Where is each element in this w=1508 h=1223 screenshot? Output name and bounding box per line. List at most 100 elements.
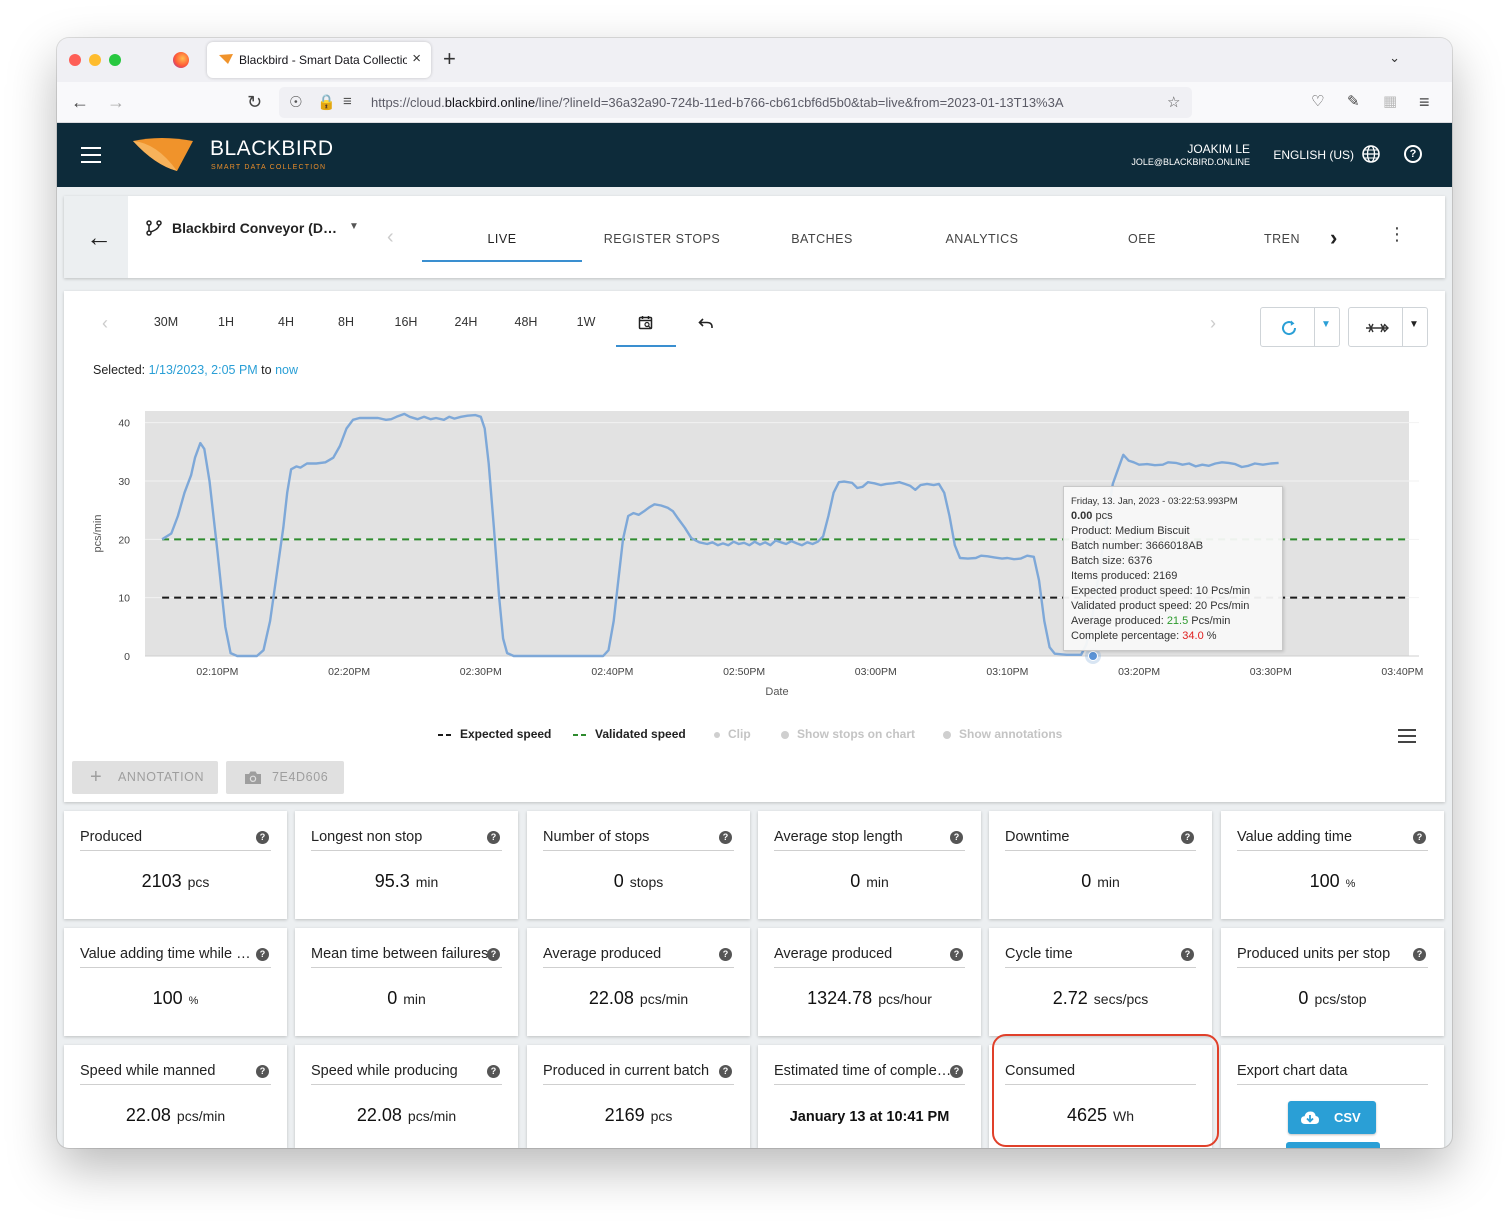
help-icon[interactable]: ? bbox=[719, 831, 732, 844]
help-icon[interactable]: ? bbox=[1413, 948, 1426, 961]
clip-dot-icon bbox=[714, 731, 720, 738]
help-icon[interactable]: ? bbox=[487, 948, 500, 961]
help-icon[interactable]: ? bbox=[256, 948, 269, 961]
permissions-icon[interactable]: ≡ bbox=[343, 93, 352, 110]
range-prev-chevron-icon[interactable]: ‹ bbox=[102, 313, 108, 334]
bookmark-star-icon[interactable]: ☆ bbox=[1167, 93, 1180, 111]
range-16h-button[interactable]: 16H bbox=[376, 315, 436, 329]
tab-oee[interactable]: OEE bbox=[1062, 232, 1222, 246]
range-30m-button[interactable]: 30M bbox=[136, 315, 196, 329]
chart-tool-dropdown-caret-icon[interactable]: ▼ bbox=[1409, 319, 1419, 330]
language-selector[interactable]: ENGLISH (US) bbox=[1273, 148, 1354, 162]
x-tick-label: 03:30PM bbox=[1250, 666, 1292, 678]
add-annotation-label: ANNOTATION bbox=[118, 770, 205, 784]
y-tick-label: 0 bbox=[124, 651, 130, 663]
reload-icon[interactable]: ↻ bbox=[247, 91, 262, 113]
range-24h-button[interactable]: 24H bbox=[436, 315, 496, 329]
selected-to-link[interactable]: now bbox=[275, 363, 298, 377]
tab-live[interactable]: LIVE bbox=[422, 232, 582, 246]
back-arrow-icon[interactable]: ← bbox=[71, 91, 89, 113]
chart-card: ‹ 30M 1H 4H 8H 16H 24H 48H 1W › ▼ ▼ Sele… bbox=[64, 291, 1445, 802]
range-1w-button[interactable]: 1W bbox=[556, 315, 616, 329]
selected-from-link[interactable]: 1/13/2023, 2:05 PM bbox=[149, 363, 258, 377]
chart-zoom-tool-icon[interactable] bbox=[1365, 320, 1389, 336]
legend-show-annotations[interactable]: Show annotations bbox=[943, 727, 1062, 741]
calendar-search-icon[interactable] bbox=[638, 315, 654, 331]
back-button[interactable]: ← bbox=[64, 196, 128, 278]
tabs-prev-chevron-icon[interactable]: ‹ bbox=[387, 226, 394, 249]
help-icon[interactable]: ? bbox=[1413, 831, 1426, 844]
user-name[interactable]: JOAKIM LE bbox=[1187, 142, 1250, 156]
legend-expected-speed[interactable]: Expected speed bbox=[438, 727, 551, 741]
shield-icon[interactable]: ☉ bbox=[289, 93, 302, 111]
help-icon[interactable]: ? bbox=[256, 831, 269, 844]
lock-icon[interactable]: 🔒 bbox=[317, 93, 336, 111]
kpi-title: Mean time between failures bbox=[311, 946, 489, 962]
maximize-window-button[interactable] bbox=[109, 54, 121, 66]
x-tick-label: 03:10PM bbox=[986, 666, 1028, 678]
user-email[interactable]: JOLE@BLACKBIRD.ONLINE bbox=[1131, 157, 1250, 167]
help-icon[interactable]: ? bbox=[1181, 831, 1194, 844]
hover-point-marker[interactable] bbox=[1088, 651, 1098, 661]
help-icon[interactable]: ? bbox=[1404, 145, 1422, 163]
tab-analytics[interactable]: ANALYTICS bbox=[902, 232, 1062, 246]
refresh-dropdown-caret-icon[interactable]: ▼ bbox=[1321, 319, 1331, 330]
kpi-number-of-stops: Number of stops ? 0 stops bbox=[527, 811, 750, 919]
kpi-unit: % bbox=[1345, 878, 1356, 890]
chart-menu-icon[interactable] bbox=[1398, 729, 1416, 743]
range-48h-button[interactable]: 48H bbox=[496, 315, 556, 329]
extension-icon[interactable]: ✎ bbox=[1347, 91, 1360, 113]
minimize-window-button[interactable] bbox=[89, 54, 101, 66]
range-1h-button[interactable]: 1H bbox=[196, 315, 256, 329]
browser-tab-blackbird[interactable]: Blackbird - Smart Data Collection × bbox=[207, 42, 431, 78]
kpi-value: 0 bbox=[850, 871, 861, 891]
close-tab-icon[interactable]: × bbox=[412, 50, 421, 67]
kpi-unit: min bbox=[415, 874, 439, 890]
help-icon[interactable]: ? bbox=[256, 1065, 269, 1078]
legend-validated-speed[interactable]: Validated speed bbox=[573, 727, 686, 741]
help-icon[interactable]: ? bbox=[1181, 948, 1194, 961]
help-icon[interactable]: ? bbox=[950, 1065, 963, 1078]
address-bar[interactable]: ☉ 🔒 ≡ https://cloud.blackbird.online/lin… bbox=[279, 87, 1192, 118]
legend-clip[interactable]: Clip bbox=[714, 727, 751, 741]
more-vert-icon[interactable]: ⋮ bbox=[1388, 224, 1406, 245]
close-window-button[interactable] bbox=[69, 54, 81, 66]
kpi-unit: min bbox=[403, 991, 426, 1007]
tooltip-average-unit: Pcs/min bbox=[1188, 615, 1231, 627]
help-icon[interactable]: ? bbox=[950, 831, 963, 844]
extension-grid-icon[interactable]: ▦ bbox=[1383, 91, 1397, 113]
range-4h-button[interactable]: 4H bbox=[256, 315, 316, 329]
range-next-chevron-icon[interactable]: › bbox=[1210, 313, 1216, 334]
help-icon[interactable]: ? bbox=[950, 948, 963, 961]
help-icon[interactable]: ? bbox=[487, 831, 500, 844]
kpi-unit: pcs/min bbox=[176, 1108, 226, 1124]
line-dropdown-caret-icon[interactable]: ▼ bbox=[349, 221, 359, 232]
kpi-value-adding-time: Value adding time ? 100% bbox=[1221, 811, 1444, 919]
tabs-next-chevron-icon[interactable]: › bbox=[1330, 225, 1337, 251]
tab-trends[interactable]: TREN bbox=[1222, 232, 1342, 246]
main-menu-icon[interactable] bbox=[81, 147, 101, 163]
help-icon[interactable]: ? bbox=[487, 1065, 500, 1078]
app-menu-icon[interactable]: ≡ bbox=[1419, 91, 1430, 113]
globe-icon[interactable] bbox=[1362, 145, 1380, 163]
new-tab-button[interactable]: + bbox=[443, 47, 456, 71]
forward-arrow-icon[interactable]: → bbox=[107, 91, 125, 113]
snapshot-button[interactable]: 7E4D606 bbox=[226, 761, 344, 794]
refresh-icon[interactable] bbox=[1280, 319, 1298, 337]
tab-register-stops[interactable]: REGISTER STOPS bbox=[582, 232, 742, 246]
kpi-value: 1324.78 bbox=[807, 988, 873, 1008]
help-icon[interactable]: ? bbox=[719, 948, 732, 961]
export-secondary-button[interactable] bbox=[1286, 1142, 1380, 1148]
add-annotation-button[interactable]: + ANNOTATION bbox=[72, 761, 218, 794]
url-text[interactable]: https://cloud.blackbird.online/line/?lin… bbox=[371, 95, 1171, 110]
range-8h-button[interactable]: 8H bbox=[316, 315, 376, 329]
x-tick-label: 02:40PM bbox=[591, 666, 633, 678]
list-all-tabs-icon[interactable]: ⌄ bbox=[1389, 50, 1400, 66]
export-csv-button[interactable]: CSV bbox=[1288, 1101, 1376, 1134]
help-icon[interactable]: ? bbox=[719, 1065, 732, 1078]
pocket-icon[interactable]: ♡ bbox=[1311, 91, 1324, 113]
line-selector[interactable]: Blackbird Conveyor (Demo) bbox=[172, 220, 337, 236]
tab-batches[interactable]: BATCHES bbox=[742, 232, 902, 246]
legend-show-stops[interactable]: Show stops on chart bbox=[781, 727, 915, 741]
undo-icon[interactable] bbox=[698, 317, 714, 331]
